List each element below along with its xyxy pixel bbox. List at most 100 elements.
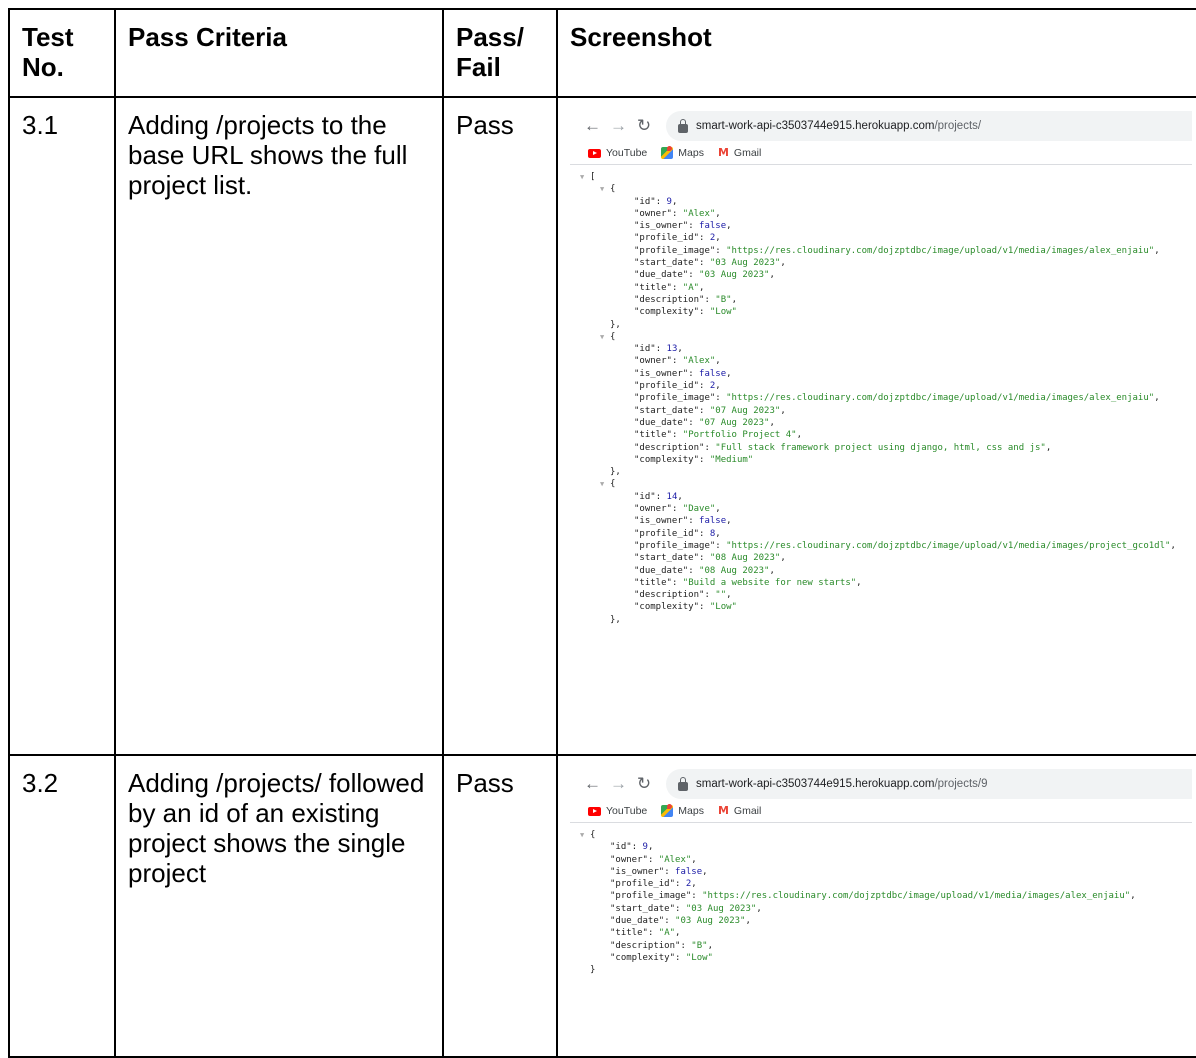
json-line: "title": "Build a website for new starts… [634, 577, 862, 588]
test-number: 3.1 [8, 96, 116, 756]
json-value: "https://res.cloudinary.com/dojzptdbc/im… [702, 891, 1131, 902]
json-line: "owner": "Dave", [634, 504, 721, 515]
json-line: "due_date": "03 Aug 2023", [634, 270, 775, 281]
collapse-triangle-icon[interactable]: ▼ [600, 331, 610, 343]
json-value: false [699, 516, 727, 527]
json-key: "title" [634, 282, 672, 293]
json-key: "start_date" [610, 903, 676, 914]
json-line: "profile_id": 2, [634, 381, 721, 392]
screenshot-cell: ← → ↻ smart-work-api-c3503744e915.heroku… [556, 754, 1196, 1058]
json-line: ▼{ [580, 829, 596, 841]
json-key: "id" [634, 491, 656, 502]
url-path: /projects/9 [934, 778, 988, 790]
reload-icon[interactable]: ↻ [636, 111, 652, 141]
header-pass-criteria: Pass Criteria [114, 8, 444, 98]
json-line: }, [610, 467, 621, 478]
arrow-left-icon[interactable]: ← [584, 111, 601, 141]
pass-criteria: Adding /projects/ followed by an id of a… [114, 754, 444, 1058]
table-row: 3.1 Adding /projects to the base URL sho… [8, 96, 1196, 756]
bookmark-gmail[interactable]: M Gmail [718, 138, 761, 168]
json-viewer: ▼[▼{"id": 9, "owner": "Alex", "is_owner": … [570, 165, 1192, 626]
browser-screenshot: ← → ↻ smart-work-api-c3503744e915.heroku… [570, 768, 1192, 977]
json-value: "Portfolio Project 4" [682, 430, 797, 441]
json-key: "description" [634, 590, 705, 601]
json-line: "owner": "Alex", [610, 854, 697, 865]
json-line: "due_date": "08 Aug 2023", [634, 565, 775, 576]
bookmark-label: Gmail [733, 147, 762, 159]
arrow-right-icon[interactable]: → [610, 111, 627, 141]
json-line: "id": 9, [634, 196, 678, 207]
json-value: "03 Aug 2023" [685, 903, 757, 914]
json-line: "title": "A", [610, 928, 681, 939]
pass-criteria: Adding /projects to the base URL shows t… [114, 96, 444, 756]
collapse-triangle-icon[interactable]: ▼ [580, 171, 590, 183]
json-value: "A" [658, 928, 676, 939]
json-key: "description" [634, 442, 705, 453]
address-bar[interactable]: smart-work-api-c3503744e915.herokuapp.co… [666, 111, 1192, 141]
json-value: "08 Aug 2023" [699, 565, 770, 576]
json-line: ▼{ [600, 183, 616, 195]
bookmark-maps[interactable]: Maps [661, 138, 704, 168]
json-value: "Low" [709, 602, 737, 613]
json-line: "profile_id": 2, [610, 879, 697, 890]
json-key: "is_owner" [634, 221, 689, 232]
json-line: "profile_image": "https://res.cloudinary… [634, 245, 1160, 256]
youtube-icon [588, 806, 601, 816]
collapse-triangle-icon[interactable]: ▼ [600, 478, 610, 490]
bookmark-youtube[interactable]: YouTube [588, 796, 647, 826]
json-line: "complexity": "Low" [634, 602, 737, 613]
json-value: "Alex" [658, 854, 692, 865]
json-value: 14 [666, 491, 678, 502]
json-line: } [590, 965, 596, 976]
json-key: "complexity" [634, 307, 700, 318]
maps-icon [661, 146, 674, 159]
json-line: "description": "Full stack framework pro… [634, 442, 1052, 453]
url-host: smart-work-api-c3503744e915.herokuapp.co… [696, 778, 935, 790]
collapse-triangle-icon[interactable]: ▼ [600, 183, 610, 195]
json-value: false [675, 866, 703, 877]
arrow-left-icon[interactable]: ← [584, 769, 601, 799]
bookmarks-bar: YouTube Maps M Gmail [570, 142, 1192, 165]
reload-icon[interactable]: ↻ [636, 769, 652, 799]
json-line: "id": 13, [634, 344, 683, 355]
json-value: "Dave" [682, 504, 716, 515]
json-key: "description" [610, 940, 681, 951]
json-key: "complexity" [634, 454, 700, 465]
pass-fail: Pass [442, 754, 558, 1058]
json-line: "complexity": "Medium" [634, 454, 754, 465]
json-line: "profile_image": "https://res.cloudinary… [634, 393, 1160, 404]
bookmarks-bar: YouTube Maps M Gmail [570, 800, 1192, 823]
json-line: "is_owner": false, [634, 221, 732, 232]
json-value: "https://res.cloudinary.com/dojzptdbc/im… [726, 245, 1155, 256]
json-key: "due_date" [634, 270, 689, 281]
header-row: Test No. Pass Criteria Pass/ Fail Screen… [8, 8, 1196, 98]
bookmark-maps[interactable]: Maps [661, 796, 704, 826]
json-value: "07 Aug 2023" [699, 417, 770, 428]
bookmark-youtube[interactable]: YouTube [588, 138, 647, 168]
url-text: smart-work-api-c3503744e915.herokuapp.co… [696, 769, 988, 799]
json-value: "https://res.cloudinary.com/dojzptdbc/im… [726, 540, 1171, 551]
collapse-triangle-icon[interactable]: ▼ [580, 829, 590, 841]
json-key: "due_date" [610, 916, 665, 927]
json-key: "profile_id" [634, 528, 700, 539]
json-viewer: ▼{"id": 9, "owner": "Alex", "is_owner": fa… [570, 823, 1192, 977]
json-value: "03 Aug 2023" [709, 258, 781, 269]
json-line: "title": "Portfolio Project 4", [634, 430, 802, 441]
json-line: }, [610, 319, 621, 330]
bookmark-label: YouTube [606, 805, 648, 817]
json-value: "Alex" [682, 208, 716, 219]
test-number: 3.2 [8, 754, 116, 1058]
address-bar[interactable]: smart-work-api-c3503744e915.herokuapp.co… [666, 769, 1192, 799]
url-path: /projects/ [934, 120, 982, 132]
arrow-right-icon[interactable]: → [610, 769, 627, 799]
json-key: "owner" [634, 208, 672, 219]
json-key: "profile_image" [634, 245, 716, 256]
json-key: "is_owner" [634, 368, 689, 379]
youtube-icon [588, 148, 601, 158]
bookmark-gmail[interactable]: M Gmail [718, 796, 761, 826]
json-line: ▼[ [580, 171, 596, 183]
json-line: "description": "B", [610, 940, 713, 951]
json-line: "due_date": "07 Aug 2023", [634, 417, 775, 428]
json-key: "start_date" [634, 258, 700, 269]
json-value: "Build a website for new starts" [682, 577, 857, 588]
